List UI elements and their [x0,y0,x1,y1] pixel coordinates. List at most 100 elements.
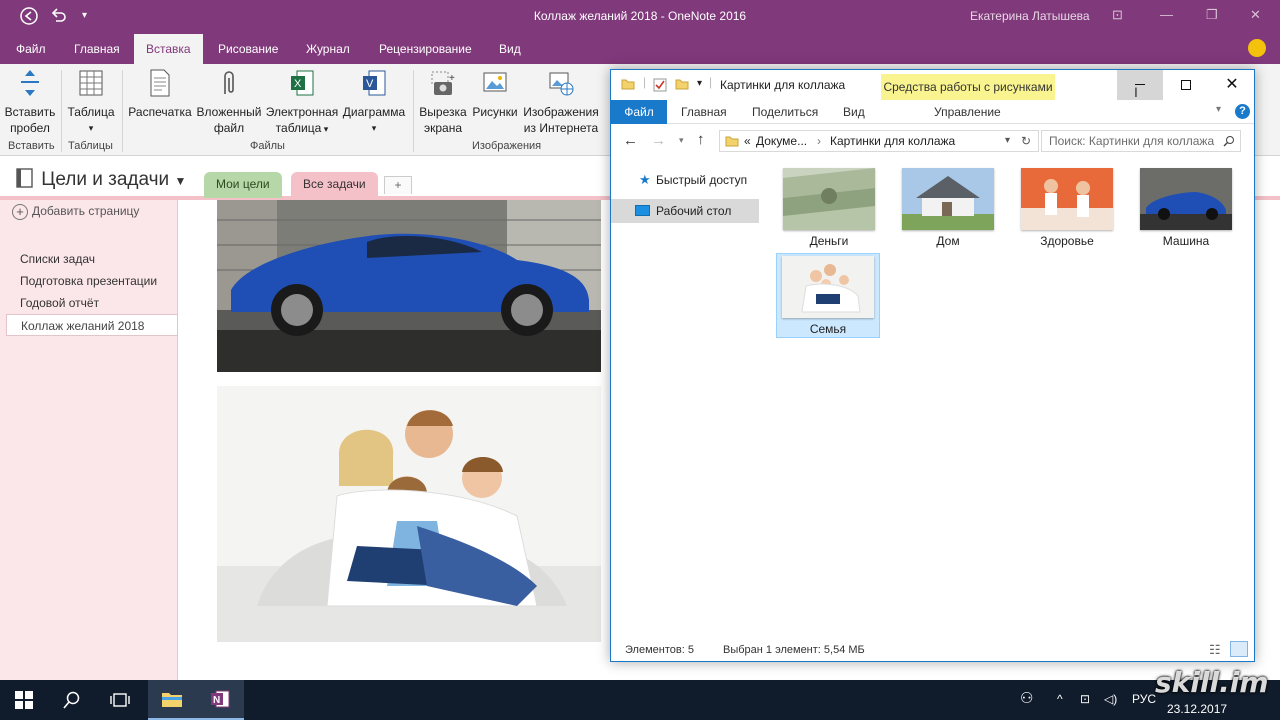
explorer-tab-home[interactable]: Главная [681,100,727,124]
input-language[interactable]: РУС [1132,692,1156,706]
tab-file[interactable]: Файл [14,34,48,64]
file-name: Дом [936,234,960,248]
pictures-label: Рисунки [472,105,518,119]
section-tab-all-tasks[interactable]: Все задачи [291,172,378,198]
explorer-ribbon-tabs: Файл Главная Поделиться Вид Управление ▾… [611,100,1254,124]
page-list: + Добавить страницу Списки задач Подготов… [0,200,178,680]
online-pictures-button[interactable]: Изображения из Интернета [521,68,601,136]
add-section-button[interactable]: + [384,176,412,194]
up-arrow-icon[interactable]: ↑ [697,131,705,148]
insert-space-label-2: пробел [10,121,50,135]
details-view-icon[interactable]: ☷ [1209,642,1221,658]
file-item-car[interactable]: Машина [1134,168,1238,248]
tab-history[interactable]: Журнал [304,34,352,64]
file-name: Здоровье [1040,234,1094,248]
tab-draw[interactable]: Рисование [216,34,280,64]
task-view-button[interactable] [96,680,144,720]
signed-in-user[interactable]: Екатерина Латышева [970,9,1090,23]
breadcrumb-documents[interactable]: Докуме... [756,131,807,151]
address-overflow[interactable]: « [744,131,751,151]
file-item-money[interactable]: Деньги [777,168,881,248]
ribbon-display-icon[interactable]: ⊡ [1112,7,1123,23]
file-item-family-selected[interactable]: Семья [776,253,880,338]
new-folder-icon[interactable] [675,77,689,91]
recent-locations-icon[interactable]: ▾ [679,135,684,146]
explorer-titlebar[interactable]: | ▾ | Картинки для коллажа Средства рабо… [611,70,1254,100]
attached-file-button[interactable]: Вложенный файл [195,68,263,136]
ribbon-tabs: Файл Главная Вставка Рисование Журнал Ре… [0,34,1280,64]
maximize-icon[interactable]: ❐ [1206,7,1218,23]
chevron-down-icon: ▼ [174,174,187,188]
page-item[interactable]: Годовой отчёт [20,296,99,310]
money-thumbnail [783,168,875,230]
page-item-selected[interactable]: Коллаж желаний 2018 [6,314,178,336]
page-item[interactable]: Списки задач [20,252,95,266]
screen-clip-button[interactable]: + Вырезка экрана [417,68,469,136]
family-image[interactable] [217,386,601,642]
notebook-selector[interactable]: Цели и задачи ▼ [14,167,186,191]
table-button[interactable]: Таблица ▾ [66,68,116,136]
minimize-icon[interactable]: — [1160,7,1173,22]
feedback-smiley-icon[interactable] [1248,39,1266,57]
tab-review[interactable]: Рецензирование [377,34,474,64]
visio-icon: V [363,70,386,96]
add-page-button[interactable]: + Добавить страницу [12,204,139,220]
group-tables-label: Таблицы [68,140,113,152]
insert-space-button[interactable]: Вставить пробел [4,68,56,136]
nav-desktop[interactable]: Рабочий стол [611,199,759,223]
diagram-button[interactable]: V Диаграмма ▾ [341,68,407,136]
explorer-tab-view[interactable]: Вид [843,100,865,124]
search-input[interactable]: Поиск: Картинки для коллажа [1041,130,1241,152]
start-button[interactable] [0,680,48,720]
desktop-icon [635,205,650,216]
excel-icon: X [291,70,314,96]
section-tab-my-goals[interactable]: Мои цели [204,172,282,198]
printout-button[interactable]: Распечатка [128,68,192,120]
tab-view[interactable]: Вид [497,34,523,64]
explorer-close-button[interactable]: ✕ [1209,70,1255,100]
pictures-button[interactable]: Рисунки [469,68,521,120]
explorer-tab-file[interactable]: Файл [611,100,667,124]
car-image[interactable] [217,200,601,372]
taskbar-search-button[interactable] [48,680,96,720]
page-item[interactable]: Подготовка презентации [20,274,157,288]
back-arrow-icon[interactable]: ← [623,132,638,149]
properties-icon[interactable] [653,78,667,92]
explorer-tab-manage[interactable]: Управление [934,100,1001,124]
forward-arrow-icon[interactable]: → [651,132,666,149]
navigation-pane: ★ Быстрый доступ Рабочий стол [611,166,761,626]
volume-icon[interactable]: ◁) [1104,692,1117,706]
breadcrumb-current-folder[interactable]: Картинки для коллажа [830,131,955,151]
onenote-titlebar: ▾ Коллаж желаний 2018 - OneNote 2016 Ека… [0,0,1280,34]
address-input[interactable]: « Докуме... › Картинки для коллажа ▾ ↻ [719,130,1039,152]
qat-dropdown-icon[interactable]: ▾ [697,78,702,89]
maximize-icon [1181,79,1191,90]
status-selection: Выбран 1 элемент: 5,54 МБ [723,644,865,656]
refresh-icon[interactable]: ↻ [1021,131,1031,151]
close-icon[interactable]: ✕ [1250,7,1261,23]
tab-home[interactable]: Главная [72,34,122,64]
people-icon[interactable]: ⚇ [1020,689,1033,707]
expand-ribbon-icon[interactable]: ▾ [1216,104,1221,115]
file-explorer-window: | ▾ | Картинки для коллажа Средства рабо… [610,69,1255,662]
explorer-minimize-button[interactable] [1117,70,1163,100]
taskbar-file-explorer[interactable] [148,680,196,720]
taskbar-onenote[interactable]: N [196,680,244,720]
file-item-health[interactable]: Здоровье [1015,168,1119,248]
explorer-maximize-button[interactable] [1163,70,1209,100]
file-name: Машина [1162,234,1210,248]
screen-clip-label-1: Вырезка [419,105,467,119]
address-dropdown-icon[interactable]: ▾ [1005,131,1010,151]
breadcrumb-separator[interactable]: › [817,131,821,151]
show-hidden-icons-icon[interactable]: ^ [1057,692,1063,706]
spreadsheet-button[interactable]: X Электронная таблица ▾ [265,68,339,137]
explorer-tab-share[interactable]: Поделиться [752,100,818,124]
nav-quick-access[interactable]: ★ Быстрый доступ [611,168,759,192]
table-dropdown-icon: ▾ [88,123,94,133]
taskbar-date[interactable]: 23.12.2017 [1167,702,1227,716]
network-icon[interactable]: ⊡ [1080,692,1090,706]
help-icon[interactable]: ? [1235,104,1250,119]
tab-insert[interactable]: Вставка [134,34,203,64]
large-icons-view-icon[interactable] [1230,641,1248,657]
file-item-house[interactable]: Дом [896,168,1000,248]
